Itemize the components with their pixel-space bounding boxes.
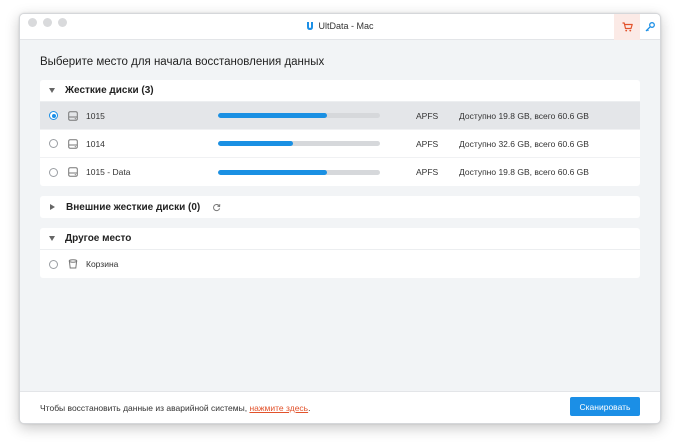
- filesystem-label: APFS: [416, 110, 439, 121]
- hard-drives-title: Жесткие диски (3): [65, 85, 154, 96]
- footer-message: Чтобы восстановить данные из аварийной с…: [40, 403, 250, 413]
- trash-radio[interactable]: [49, 259, 58, 269]
- other-location-section: Другое место Корзина: [40, 228, 640, 278]
- footer-text: Чтобы восстановить данные из аварийной с…: [40, 403, 310, 413]
- filesystem-label: APFS: [416, 138, 439, 149]
- usage-bar: [218, 141, 380, 146]
- trash-icon: [68, 259, 78, 269]
- titlebar: UltData - Mac: [20, 14, 660, 40]
- hard-drives-section: Жесткие диски (3) 1015 APFS Доступно 19.…: [40, 80, 640, 186]
- usage-bar: [218, 169, 380, 175]
- drive-name: 1015 - Data: [86, 167, 131, 177]
- hard-drives-header[interactable]: Жесткие диски (3): [40, 80, 640, 102]
- trash-label: Корзина: [86, 259, 119, 269]
- capacity-label: Доступно 19.8 GB, всего 60.6 GB: [459, 110, 589, 121]
- external-drives-section: Внешние жесткие диски (0): [40, 196, 640, 218]
- hard-drive-icon: [68, 167, 78, 177]
- window-title-text: UltData - Mac: [318, 21, 374, 31]
- drive-row[interactable]: 1014 APFS Доступно 32.6 GB, всего 60.6 G…: [40, 130, 640, 158]
- capacity-label: Доступно 19.8 GB, всего 60.6 GB: [459, 167, 589, 177]
- page-title: Выберите место для начала восстановления…: [40, 56, 325, 68]
- collapse-triangle-icon: [49, 236, 55, 241]
- collapse-triangle-icon: [49, 88, 55, 93]
- refresh-button[interactable]: [212, 203, 221, 212]
- key-icon: [645, 22, 655, 32]
- usage-bar: [218, 113, 380, 118]
- external-drives-header[interactable]: Внешние жесткие диски (0): [40, 196, 640, 218]
- drive-radio[interactable]: [49, 111, 58, 120]
- recover-crashed-system-link[interactable]: нажмите здесь: [249, 403, 308, 413]
- trash-row[interactable]: Корзина: [40, 250, 640, 278]
- app-window: UltData - Mac Выберите место для начала …: [19, 13, 661, 424]
- cart-icon: [622, 22, 633, 32]
- scan-button[interactable]: Сканировать: [570, 397, 640, 416]
- other-location-header[interactable]: Другое место: [40, 228, 640, 250]
- drive-name: 1014: [86, 138, 105, 149]
- hard-drive-icon: [68, 139, 78, 149]
- expand-triangle-icon: [50, 204, 55, 210]
- drive-row[interactable]: 1015 - Data APFS Доступно 19.8 GB, всего…: [40, 158, 640, 186]
- refresh-icon: [213, 203, 221, 211]
- drive-name: 1015: [86, 110, 105, 121]
- filesystem-label: APFS: [416, 167, 439, 177]
- register-button[interactable]: [640, 14, 660, 40]
- hard-drive-icon: [68, 111, 78, 121]
- app-logo-icon: [307, 22, 314, 30]
- capacity-label: Доступно 32.6 GB, всего 60.6 GB: [459, 138, 589, 149]
- other-location-title: Другое место: [65, 233, 132, 244]
- external-drives-title: Внешние жесткие диски (0): [66, 201, 201, 213]
- cart-button[interactable]: [614, 14, 640, 40]
- footer: Чтобы восстановить данные из аварийной с…: [20, 391, 660, 423]
- drive-radio[interactable]: [49, 139, 58, 148]
- drive-radio[interactable]: [49, 167, 58, 177]
- window-title: UltData - Mac: [20, 21, 660, 31]
- footer-message-end: .: [308, 403, 311, 413]
- drive-row[interactable]: 1015 APFS Доступно 19.8 GB, всего 60.6 G…: [40, 102, 640, 130]
